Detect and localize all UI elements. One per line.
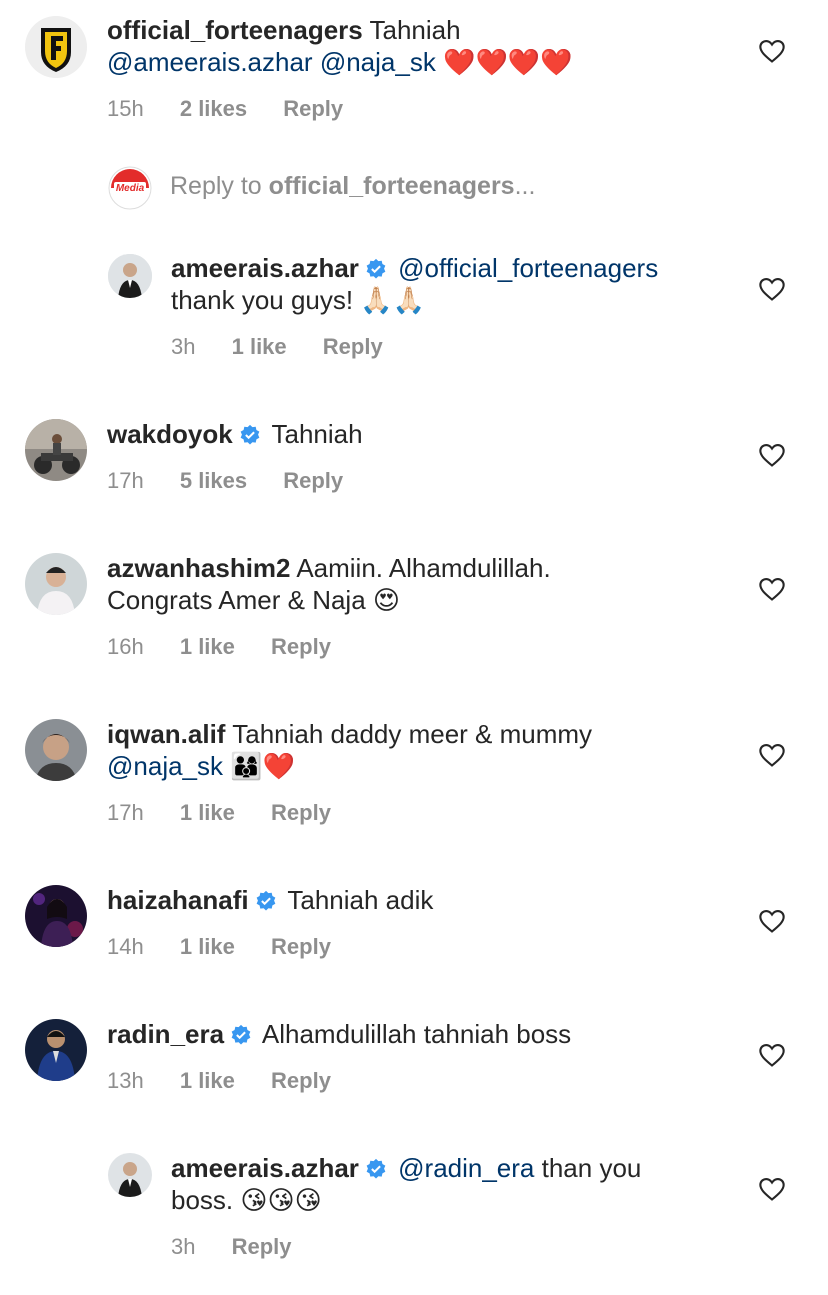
avatar[interactable] <box>25 1019 87 1081</box>
likes-count[interactable]: 1 like <box>180 933 235 961</box>
likes-count[interactable]: 1 like <box>180 1067 235 1095</box>
pray-emoji: 🙏🏻🙏🏻 <box>360 286 426 316</box>
reply-button[interactable]: Reply <box>271 799 331 827</box>
reply-button[interactable]: Reply <box>271 933 331 961</box>
reply-button[interactable]: Reply <box>283 95 343 123</box>
timestamp: 13h <box>107 1068 144 1093</box>
avatar: Media <box>108 166 152 210</box>
verified-badge-icon <box>366 1158 386 1179</box>
likes-count[interactable]: 5 likes <box>180 467 247 495</box>
avatar[interactable] <box>25 719 87 781</box>
comment-meta: 13h 1 like Reply <box>107 1067 331 1095</box>
reply-button[interactable]: Reply <box>323 333 383 361</box>
comment-text: official_forteenagers Tahniah @ameerais.… <box>107 14 727 79</box>
comment-text: ameerais.azhar @radin_era than you boss.… <box>171 1152 731 1217</box>
comment-message: thank you guys! <box>171 285 354 315</box>
comment-text: azwanhashim2 Aamiin. Alhamdulillah. Cong… <box>107 552 727 617</box>
reply-button[interactable]: Reply <box>232 1233 292 1261</box>
comment-message: Alhamdulillah tahniah boss <box>261 1019 572 1049</box>
verified-badge-icon <box>231 1024 251 1045</box>
heart-outline-icon[interactable] <box>758 1042 786 1068</box>
avatar[interactable] <box>108 1153 152 1197</box>
heart-outline-icon[interactable] <box>758 276 786 302</box>
username-link[interactable]: wakdoyok <box>107 419 233 449</box>
username-link[interactable]: iqwan.alif <box>107 719 225 749</box>
username-link[interactable]: azwanhashim2 <box>107 553 291 583</box>
likes-count[interactable]: 2 likes <box>180 95 247 123</box>
avatar[interactable] <box>108 254 152 298</box>
comment-message: Tahniah adik <box>287 885 434 915</box>
username-link[interactable]: haizahanafi <box>107 885 249 915</box>
comment-message: Congrats Amer & Naja <box>107 585 366 615</box>
mention-link[interactable]: @radin_era <box>398 1153 534 1183</box>
heart-outline-icon[interactable] <box>758 442 786 468</box>
timestamp: 3h <box>171 334 196 359</box>
verified-badge-icon <box>366 258 386 279</box>
avatar[interactable] <box>25 553 87 615</box>
comment-message: boss. <box>171 1185 234 1215</box>
comment-meta: 3h 1 like Reply <box>171 333 383 361</box>
avatar[interactable] <box>25 16 87 78</box>
reply-button[interactable]: Reply <box>283 467 343 495</box>
comment-message: Aamiin. Alhamdulillah. <box>296 553 551 583</box>
comment-meta: 3h Reply <box>171 1233 292 1261</box>
family-heart-emoji: 👨‍👩‍👦❤️ <box>230 752 295 782</box>
heart-outline-icon[interactable] <box>758 908 786 934</box>
mention-link[interactable]: @ameerais.azhar <box>107 47 313 77</box>
svg-text:Media: Media <box>116 183 145 194</box>
timestamp: 16h <box>107 634 144 659</box>
username-link[interactable]: official_forteenagers <box>107 15 363 45</box>
kiss-emoji: 😘😘😘 <box>240 1186 322 1216</box>
likes-count[interactable]: 1 like <box>232 333 287 361</box>
timestamp: 14h <box>107 934 144 959</box>
avatar[interactable] <box>25 885 87 947</box>
timestamp: 15h <box>107 96 144 121</box>
comment-meta: 17h 5 likes Reply <box>107 467 343 495</box>
comment-meta: 17h 1 like Reply <box>107 799 331 827</box>
heart-outline-icon[interactable] <box>758 38 786 64</box>
comment-message: Tahniah <box>369 15 461 45</box>
likes-count[interactable]: 1 like <box>180 799 235 827</box>
comment-meta: 15h 2 likes Reply <box>107 95 343 123</box>
mention-link[interactable]: @naja_sk <box>107 751 223 781</box>
comment-text: wakdoyok Tahniah <box>107 418 727 450</box>
heart-outline-icon[interactable] <box>758 1176 786 1202</box>
comment-meta: 16h 1 like Reply <box>107 633 331 661</box>
verified-badge-icon <box>256 890 275 911</box>
reply-button[interactable]: Reply <box>271 633 331 661</box>
username-link[interactable]: ameerais.azhar <box>171 1153 359 1183</box>
comment-text: iqwan.alif Tahniah daddy meer & mummy @n… <box>107 718 727 783</box>
comment-message: than you <box>541 1153 642 1183</box>
comment-message: Tahniah <box>271 419 363 449</box>
likes-count[interactable]: 1 like <box>180 633 235 661</box>
heart-outline-icon[interactable] <box>758 576 786 602</box>
reply-button[interactable]: Reply <box>271 1067 331 1095</box>
username-link[interactable]: radin_era <box>107 1019 224 1049</box>
timestamp: 3h <box>171 1234 196 1259</box>
timestamp: 17h <box>107 468 144 493</box>
heart-eyes-emoji: 😍 <box>372 586 401 616</box>
heart-outline-icon[interactable] <box>758 742 786 768</box>
username-link[interactable]: ameerais.azhar <box>171 253 359 283</box>
mention-link[interactable]: @official_forteenagers <box>398 253 658 283</box>
mention-link[interactable]: @naja_sk <box>320 47 436 77</box>
reply-prompt-text[interactable]: Reply to official_forteenagers... <box>170 172 535 201</box>
comment-text: haizahanafi Tahniah adik <box>107 884 727 916</box>
heart-emoji: ❤️❤️❤️❤️ <box>443 48 573 78</box>
avatar[interactable] <box>25 419 87 481</box>
comment-message: Tahniah daddy meer & mummy <box>232 719 593 749</box>
comment-meta: 14h 1 like Reply <box>107 933 331 961</box>
comment-text: radin_era Alhamdulillah tahniah boss <box>107 1018 727 1050</box>
timestamp: 17h <box>107 800 144 825</box>
verified-badge-icon <box>240 424 260 445</box>
comment-text: ameerais.azhar @official_forteenagers th… <box>171 252 731 317</box>
